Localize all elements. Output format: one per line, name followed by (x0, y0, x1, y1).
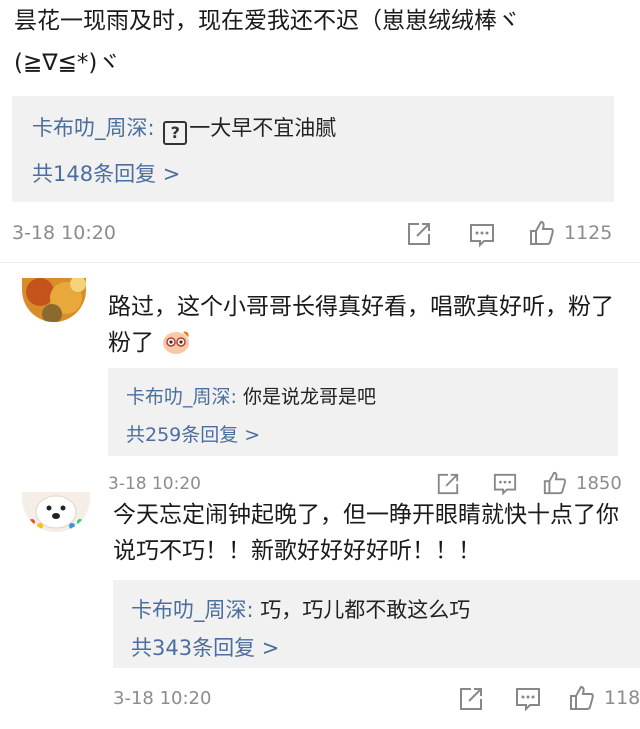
comment-1-text-line-2: (≧∇≦*)ヾ (14, 50, 121, 76)
like-count: 1125 (564, 222, 613, 244)
comment-button[interactable] (514, 686, 542, 712)
divider (0, 262, 640, 263)
like-count: 1185 (604, 687, 640, 709)
comment-1-reply-box[interactable]: 卡布叻_周深: ? 一大早不宜油腻 共148条回复 > (12, 96, 614, 202)
like-icon (543, 471, 566, 495)
like-icon (530, 220, 554, 245)
comment-3-timestamp: 3-18 10:20 (113, 688, 212, 709)
view-replies-link[interactable]: 共343条回复 > (131, 632, 279, 662)
share-button[interactable] (458, 686, 484, 712)
reply-text: 你是说龙哥是吧 (242, 386, 376, 408)
comment-3-text-line-2: 说巧不巧！！新歌好好好好听！！！ (113, 538, 481, 564)
comment-button[interactable] (492, 472, 518, 496)
like-button[interactable]: 1185 (568, 684, 640, 712)
avatar[interactable] (22, 492, 90, 532)
comment-2-text-line-2: 粉了 (108, 324, 191, 362)
share-button[interactable] (436, 472, 460, 496)
comment-icon (493, 473, 517, 496)
comment-icon (470, 224, 494, 248)
reply-preview: 卡布叻_周深: 巧，巧儿都不敢这么巧 (131, 594, 470, 624)
reply-author[interactable]: 卡布叻_周深: (32, 116, 155, 140)
comment-2-timestamp: 3-18 10:20 (108, 474, 201, 494)
comment-2-text-line-1: 路过，这个小哥哥长得真好看，唱歌真好听，粉了 (108, 294, 614, 320)
like-icon (570, 685, 594, 710)
reply-preview: 卡布叻_周深: 你是说龙哥是吧 (126, 382, 376, 409)
like-button[interactable]: 1850 (542, 470, 622, 496)
comment-button[interactable] (468, 222, 496, 248)
comment-icon (516, 688, 540, 712)
share-icon (408, 223, 430, 245)
reply-text: 巧，巧儿都不敢这么巧 (260, 598, 471, 622)
like-count: 1850 (576, 472, 622, 494)
emoji-icon (163, 331, 190, 354)
comment-1-timestamp: 3-18 10:20 (12, 222, 116, 244)
comment-2-reply-box[interactable]: 卡布叻_周深: 你是说龙哥是吧 共259条回复 > (108, 368, 618, 456)
view-replies-link[interactable]: 共148条回复 > (32, 158, 180, 188)
reply-author[interactable]: 卡布叻_周深: (131, 598, 254, 622)
like-button[interactable]: 1125 (528, 219, 612, 247)
comment-2-text-line-2-text: 粉了 (108, 330, 154, 356)
share-icon (437, 473, 459, 495)
comment-3-text-line-1: 今天忘定闹钟起晚了，但一睁开眼睛就快十点了你 (113, 502, 619, 528)
view-replies-link[interactable]: 共259条回复 > (126, 420, 260, 447)
reply-preview: 卡布叻_周深: ? 一大早不宜油腻 (32, 112, 336, 145)
avatar[interactable] (22, 278, 86, 322)
share-button[interactable] (406, 221, 432, 247)
reply-text: 一大早不宜油腻 (189, 116, 337, 140)
comment-1-text-line-1: 昙花一现雨及时，现在爱我还不迟（崽崽绒绒棒ヾ (14, 8, 520, 34)
missing-emoji-icon: ? (163, 121, 188, 145)
reply-author[interactable]: 卡布叻_周深: (126, 386, 237, 408)
share-icon (460, 688, 482, 710)
comment-3-reply-box[interactable]: 卡布叻_周深: 巧，巧儿都不敢这么巧 共343条回复 > (113, 580, 640, 668)
